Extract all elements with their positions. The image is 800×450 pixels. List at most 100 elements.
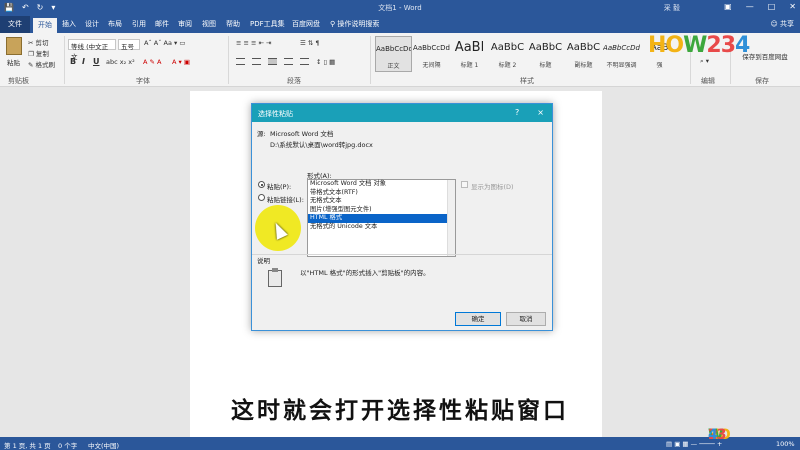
paste-button-label[interactable]: 粘贴 (7, 57, 20, 67)
text-effects-icon[interactable]: A ✎ A (143, 58, 161, 66)
clipboard-icon (268, 268, 282, 287)
tab-mailings[interactable]: 邮件 (155, 19, 169, 29)
ribbon: 粘贴 ✂ 剪切 ❐ 复制 ✎ 格式刷 剪贴板 等线 (中文正文 五号 Aˆ Aˇ… (0, 33, 800, 87)
page-count[interactable]: 第 1 页, 共 1 页 (4, 440, 51, 450)
ribbon-tabs: 文件 开始 插入 设计 布局 引用 邮件 审阅 视图 帮助 PDF工具集 百度网… (0, 16, 800, 33)
paste-link-radio-label[interactable]: 粘贴链接(L): (267, 194, 304, 204)
font-name-select[interactable]: 等线 (中文正文 (68, 39, 116, 61)
paste-radio-label[interactable]: 粘贴(P): (267, 181, 291, 191)
group-divider (64, 36, 65, 84)
group-divider (228, 36, 229, 84)
video-subtitle: 这时就会打开选择性粘贴窗口 (231, 398, 569, 424)
format-listbox[interactable]: Microsoft Word 文档 对象 带格式文本(RTF) 无格式文本 图片… (307, 179, 456, 257)
styles-group-label: 样式 (520, 77, 534, 85)
tab-file[interactable]: 文件 (0, 16, 30, 33)
style-no-spacing[interactable]: AaBbCcDd 无间隔 (413, 36, 450, 72)
user-name[interactable]: 采 毅 (664, 3, 680, 13)
dialog-title-bar: 选择性粘贴 ? × (252, 104, 552, 122)
paragraph-group-label: 段落 (287, 77, 301, 85)
style-title[interactable]: AaBbC 标题 (527, 36, 564, 72)
style-heading-2[interactable]: AaBbC 标题 2 (489, 36, 526, 72)
help-button[interactable]: ? (515, 108, 519, 117)
cut-button[interactable]: ✂ 剪切 (28, 37, 49, 47)
font-size-select[interactable]: 五号 (118, 39, 140, 51)
list-item[interactable]: 图片(增强型图元文件) (308, 206, 455, 215)
align-left-icon[interactable] (236, 58, 245, 65)
tab-baidu-netdisk[interactable]: 百度网盘 (292, 19, 320, 29)
ok-button[interactable]: 确定 (455, 312, 501, 326)
editing-group-label: 编辑 (701, 77, 715, 85)
zoom-level[interactable]: 100% (776, 440, 795, 448)
list-item[interactable]: 无格式文本 (308, 197, 455, 206)
description-text: 以"HTML 格式"的形式插入"剪贴板"的内容。 (300, 269, 430, 277)
dialog-close-button[interactable]: × (537, 108, 544, 117)
align-right-icon[interactable] (268, 58, 277, 65)
style-subtitle[interactable]: AaBbC 副标题 (565, 36, 602, 72)
tab-design[interactable]: 设计 (85, 19, 99, 29)
font-color-icon[interactable]: A ▾ ▣ (172, 58, 190, 66)
dialog-divider (252, 254, 552, 255)
strikethrough-icon[interactable]: abc x₂ x² (106, 58, 135, 66)
group-divider (370, 36, 371, 84)
align-center-icon[interactable] (252, 58, 261, 65)
sort-icon[interactable]: ☰ ⇅ ¶ (300, 39, 320, 47)
display-as-icon-label[interactable]: 显示为图标(D) (471, 181, 514, 191)
ribbon-display-icon[interactable]: ▣ (724, 2, 732, 11)
tab-help[interactable]: 帮助 (226, 19, 240, 29)
list-item[interactable]: 无格式的 Unicode 文本 (308, 223, 455, 232)
clipboard-group-label: 剪贴板 (8, 77, 29, 85)
underline-button[interactable]: U (93, 57, 100, 66)
editing-icon[interactable]: ⌕ ▾ (700, 57, 709, 66)
display-as-icon-checkbox[interactable] (461, 181, 468, 188)
bullets-icon[interactable]: ≡ ≡ ≡ ⇤ ⇥ (236, 39, 272, 47)
list-item[interactable]: Microsoft Word 文档 对象 (308, 180, 455, 189)
justify-icon[interactable] (284, 58, 293, 65)
tab-pdf-tools[interactable]: PDF工具集 (250, 19, 285, 29)
title-bar: 💾 ↶ ↻ ▾ 文档1 - Word 采 毅 ▣ — □ ✕ (0, 0, 800, 16)
italic-button[interactable]: I (82, 57, 85, 66)
paste-radio[interactable] (258, 181, 265, 188)
close-window-icon[interactable]: ✕ (789, 2, 796, 11)
minimize-icon[interactable]: — (746, 2, 754, 11)
copy-button[interactable]: ❐ 复制 (28, 48, 49, 58)
list-item[interactable]: 带格式文本(RTF) (308, 189, 455, 198)
tab-view[interactable]: 视图 (202, 19, 216, 29)
word-count[interactable]: 0 个字 (58, 440, 77, 450)
save-group-label: 保存 (755, 77, 769, 85)
paste-icon[interactable] (6, 37, 22, 55)
list-item-selected[interactable]: HTML 格式 (308, 214, 455, 223)
format-painter-button[interactable]: ✎ 格式刷 (28, 59, 55, 69)
status-bar: 第 1 页, 共 1 页 0 个字 中文(中国) ▤ ▣ ▦ — ──── + … (0, 427, 800, 450)
style-heading-1[interactable]: AaBl 标题 1 (451, 36, 488, 72)
tab-review[interactable]: 审阅 (178, 19, 192, 29)
source-path: D:\系统默认\桌面\word转jpg.docx (270, 141, 373, 149)
tab-layout[interactable]: 布局 (108, 19, 122, 29)
person-icon: ☺ (770, 20, 780, 28)
brush-icon: ✎ (28, 61, 36, 69)
dialog-title: 选择性粘贴 (258, 110, 293, 118)
window-title: 文档1 - Word (378, 4, 422, 12)
how234-logo: HOW234 (648, 33, 750, 58)
distributed-icon[interactable] (300, 58, 309, 65)
window-controls: ▣ — □ ✕ (724, 2, 796, 11)
style-normal[interactable]: AaBbCcDd 正文 (375, 36, 412, 72)
bold-button[interactable]: B (70, 57, 76, 66)
tab-references[interactable]: 引用 (132, 19, 146, 29)
grow-font-icon[interactable]: Aˆ Aˇ Aa ▾ ▭ (144, 39, 186, 47)
shading-icon[interactable]: ↕ ▯ ▦ (316, 58, 335, 66)
style-subtle-emphasis[interactable]: AaBbCcDd 不明显强调 (603, 36, 640, 72)
source-label: 源: (257, 130, 266, 138)
tab-insert[interactable]: 插入 (62, 19, 76, 29)
tell-me-search[interactable]: ⚲ 操作说明搜索 (330, 19, 379, 29)
copy-icon: ❐ (28, 50, 36, 58)
source-app: Microsoft Word 文档 (270, 130, 334, 138)
language-indicator[interactable]: 中文(中国) (88, 440, 119, 450)
tab-home[interactable]: 开始 (33, 18, 57, 33)
maximize-icon[interactable]: □ (768, 2, 776, 11)
listbox-scrollbar[interactable] (447, 180, 455, 256)
share-button[interactable]: ☺ 共享 (770, 19, 794, 29)
description-label: 说明 (257, 257, 270, 265)
cancel-button[interactable]: 取消 (506, 312, 546, 326)
scissors-icon: ✂ (28, 39, 36, 47)
paste-link-radio[interactable] (258, 194, 265, 201)
